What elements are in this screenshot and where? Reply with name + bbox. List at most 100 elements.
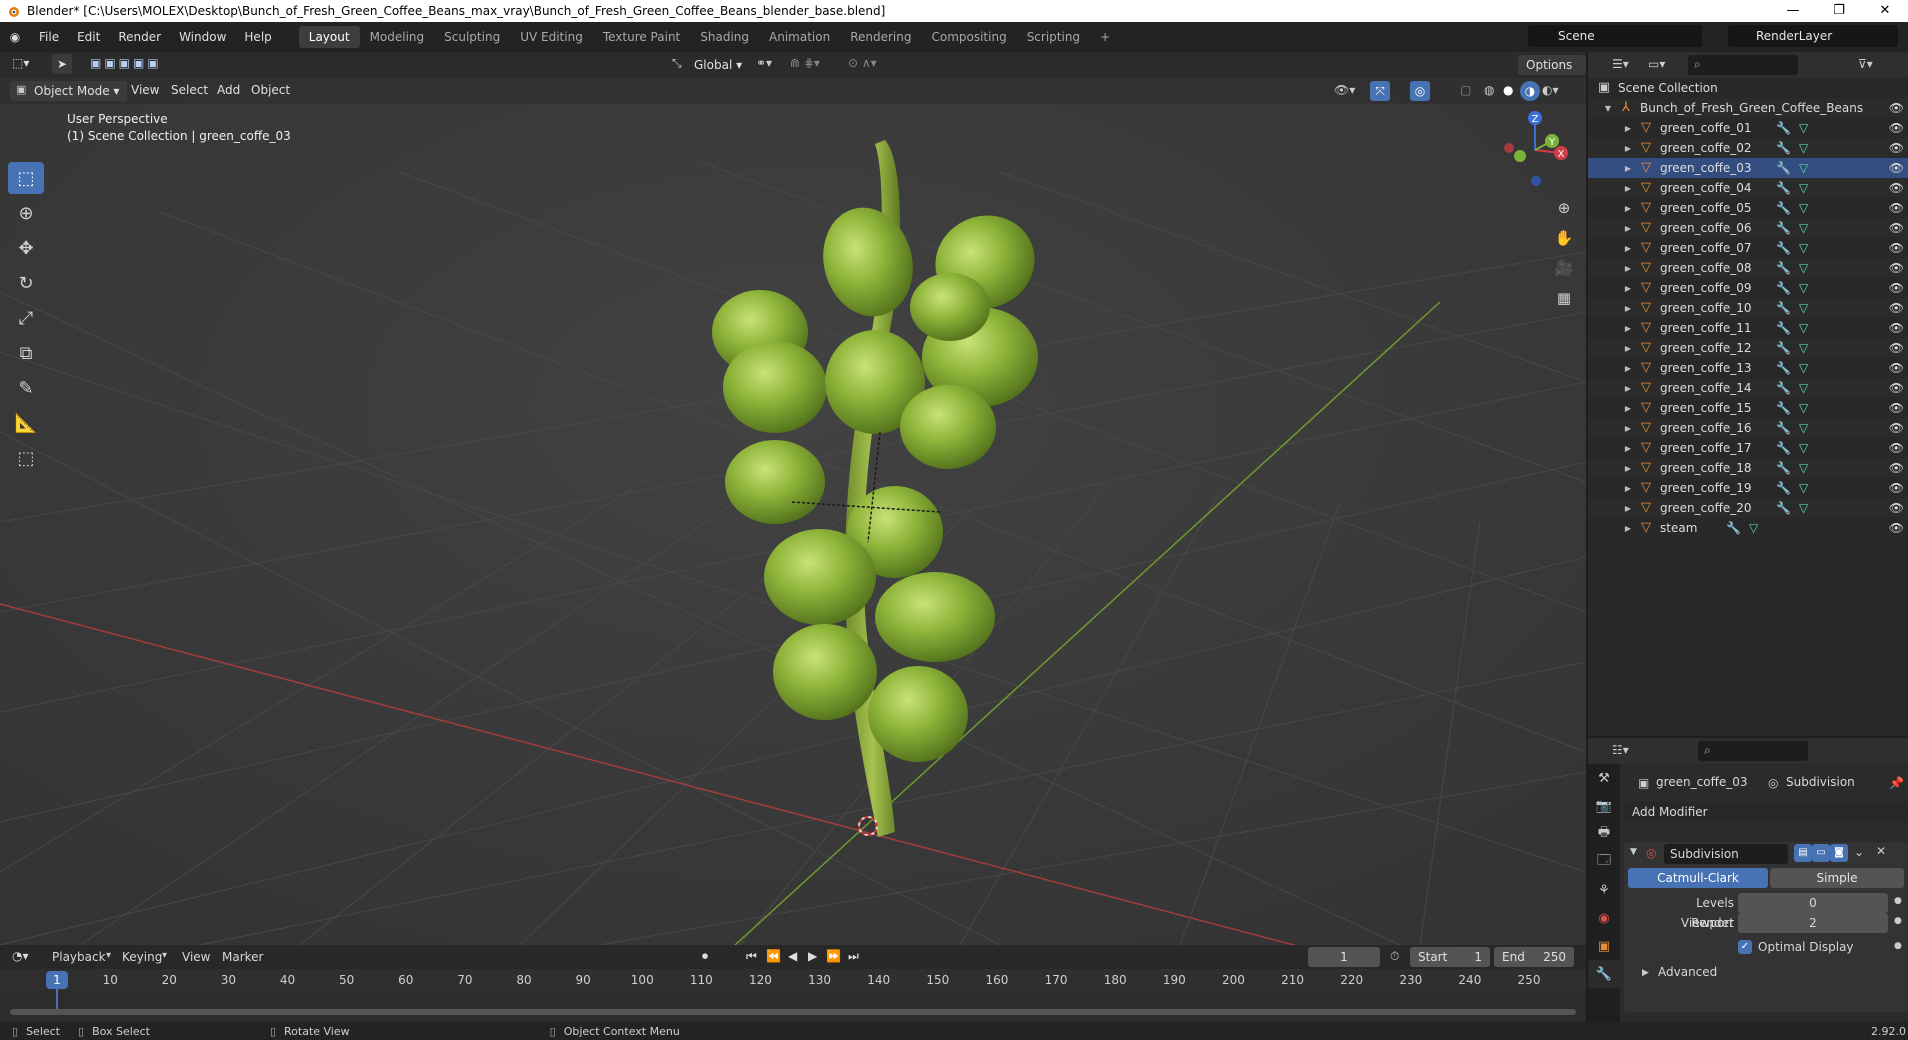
modifier-icon[interactable]: 🔧 [1776, 161, 1791, 175]
tab-texture-paint[interactable]: Texture Paint [593, 26, 690, 48]
modifier-icon[interactable]: 🔧 [1776, 461, 1791, 475]
select-box-tool-icon[interactable]: ⬚ [8, 162, 44, 194]
view-layer-tab-icon[interactable]: 🗔 [1588, 848, 1620, 876]
modifier-menu-icon[interactable]: ⌄ [1854, 845, 1864, 859]
menu-keying[interactable]: Keying [122, 950, 162, 964]
modifier-name-field[interactable]: Subdivision [1664, 844, 1788, 864]
eye-icon[interactable]: 👁 [1889, 281, 1904, 295]
pivot-icon[interactable]: ⚭▾ [756, 56, 772, 70]
options-dropdown[interactable]: Options ▾ [1518, 55, 1586, 92]
modifier-icon[interactable]: 🔧 [1776, 481, 1791, 495]
ortho-grid-icon[interactable]: ▦ [1550, 284, 1578, 312]
menu-help[interactable]: Help [235, 30, 280, 44]
eye-icon[interactable]: 👁 [1889, 361, 1904, 375]
mesh-data-icon[interactable]: ▽ [1799, 441, 1808, 455]
outliner-item[interactable]: ▶ ▽ green_coffe_18 🔧 ▽ 👁 [1588, 458, 1908, 478]
eye-icon[interactable]: 👁 [1889, 201, 1904, 215]
outliner-item[interactable]: ▶ ▽ green_coffe_02 🔧 ▽ 👁 [1588, 138, 1908, 158]
mesh-data-icon[interactable]: ▽ [1799, 361, 1808, 375]
scene-collection-row[interactable]: ▣ Scene Collection [1588, 78, 1908, 98]
eye-icon[interactable]: 👁 [1889, 301, 1904, 315]
properties-editor-icon[interactable]: ☷▾ [1612, 743, 1629, 757]
eye-icon[interactable]: 👁 [1889, 181, 1904, 195]
outliner-item[interactable]: ▶ ▽ green_coffe_04 🔧 ▽ 👁 [1588, 178, 1908, 198]
modifier-icon[interactable]: 🔧 [1776, 141, 1791, 155]
add-modifier-dropdown[interactable]: Add Modifier [1624, 802, 1908, 822]
panel-collapse-icon[interactable]: ▼ [1630, 847, 1637, 857]
blender-menu-icon[interactable]: ◉ [0, 30, 30, 44]
expand-arrow-icon[interactable]: ▶ [1622, 364, 1634, 373]
tab-compositing[interactable]: Compositing [921, 26, 1016, 48]
close-button[interactable]: ✕ [1862, 0, 1908, 22]
eye-icon[interactable]: 👁 [1889, 401, 1904, 415]
tab-shading[interactable]: Shading [690, 26, 759, 48]
mesh-data-icon[interactable]: ▽ [1799, 481, 1808, 495]
eye-icon[interactable]: 👁 [1889, 481, 1904, 495]
outliner-item[interactable]: ▶ ▽ green_coffe_08 🔧 ▽ 👁 [1588, 258, 1908, 278]
keyframe-dot-icon[interactable]: ● [1894, 896, 1902, 906]
jump-end-icon[interactable]: ⏭ [848, 949, 859, 964]
next-keyframe-icon[interactable]: ⏩ [826, 949, 841, 963]
outliner-item[interactable]: ▶ ▽ green_coffe_20 🔧 ▽ 👁 [1588, 498, 1908, 518]
play-reverse-icon[interactable]: ◀ [788, 949, 797, 963]
move-tool-icon[interactable]: ✥ [8, 232, 44, 264]
modifier-icon[interactable]: 🔧 [1776, 321, 1791, 335]
shading-solid-icon[interactable]: ● [1503, 83, 1513, 97]
simple-button[interactable]: Simple [1770, 868, 1904, 888]
modifier-icon[interactable]: 🔧 [1776, 441, 1791, 455]
modifier-icon[interactable]: 🔧 [1726, 521, 1741, 535]
outliner-item[interactable]: ▶ ▽ green_coffe_01 🔧 ▽ 👁 [1588, 118, 1908, 138]
viewport-toggle-icon[interactable]: ▭ [1812, 844, 1830, 862]
outliner-item[interactable]: ▶ ▽ green_coffe_10 🔧 ▽ 👁 [1588, 298, 1908, 318]
outliner-item[interactable]: ▶ ▽ green_coffe_06 🔧 ▽ 👁 [1588, 218, 1908, 238]
expand-arrow-icon[interactable]: ▶ [1622, 344, 1634, 353]
shading-wireframe-icon[interactable]: ◍ [1484, 83, 1494, 97]
play-icon[interactable]: ▶ [808, 949, 817, 963]
modifier-icon[interactable]: 🔧 [1776, 281, 1791, 295]
levels-viewport-field[interactable]: 0 [1738, 893, 1888, 913]
tab-uv-editing[interactable]: UV Editing [510, 26, 593, 48]
expand-arrow-icon[interactable]: ▶ [1622, 444, 1634, 453]
modifier-icon[interactable]: 🔧 [1776, 201, 1791, 215]
outliner-item[interactable]: ▶ ▽ green_coffe_03 🔧 ▽ 👁 [1588, 158, 1908, 178]
overlay-toggle-icon[interactable]: ◎ [1410, 81, 1430, 101]
outliner-item[interactable]: ▶ ▽ green_coffe_17 🔧 ▽ 👁 [1588, 438, 1908, 458]
tab-animation[interactable]: Animation [759, 26, 840, 48]
tab-modeling[interactable]: Modeling [360, 26, 435, 48]
mesh-data-icon[interactable]: ▽ [1799, 141, 1808, 155]
modifier-icon[interactable]: 🔧 [1776, 341, 1791, 355]
maximize-button[interactable]: ❐ [1816, 0, 1862, 22]
timeline-scrollbar[interactable] [10, 1009, 1576, 1015]
modifier-icon[interactable]: 🔧 [1776, 381, 1791, 395]
expand-arrow-icon[interactable]: ▶ [1622, 124, 1634, 133]
eye-icon[interactable]: 👁 [1889, 261, 1904, 275]
modifier-icon[interactable]: 🔧 [1776, 361, 1791, 375]
eye-icon[interactable]: 👁 [1889, 101, 1904, 115]
eye-icon[interactable]: 👁 [1889, 501, 1904, 515]
annotate-tool-icon[interactable]: ✎ [8, 372, 44, 404]
expand-arrow-icon[interactable]: ▶ [1622, 244, 1634, 253]
tab-scripting[interactable]: Scripting [1017, 26, 1090, 48]
eye-icon[interactable]: 👁 [1889, 241, 1904, 255]
render-toggle-icon[interactable]: ◙ [1830, 844, 1848, 862]
menu-object[interactable]: Object [251, 83, 290, 97]
eye-icon[interactable]: 👁 [1889, 221, 1904, 235]
transform-tool-icon[interactable]: ⧉ [8, 337, 44, 369]
modifier-icon[interactable]: 🔧 [1776, 181, 1791, 195]
outliner-item[interactable]: ▶ ▽ green_coffe_14 🔧 ▽ 👁 [1588, 378, 1908, 398]
expand-arrow-icon[interactable]: ▶ [1622, 524, 1634, 533]
properties-search-input[interactable]: ⌕ [1698, 741, 1808, 761]
outliner-item[interactable]: ▶ ▽ green_coffe_15 🔧 ▽ 👁 [1588, 398, 1908, 418]
end-frame-field[interactable]: End 250 [1494, 947, 1574, 967]
expand-arrow-icon[interactable]: ▶ [1622, 324, 1634, 333]
mesh-data-icon[interactable]: ▽ [1799, 161, 1808, 175]
mesh-data-icon[interactable]: ▽ [1799, 261, 1808, 275]
shading-material-icon[interactable]: ◑ [1520, 81, 1540, 101]
remove-modifier-icon[interactable]: ✕ [1876, 844, 1886, 858]
eye-icon[interactable]: 👁 [1889, 521, 1904, 535]
tool-tab-icon[interactable]: ⚒ [1588, 764, 1620, 792]
outliner-item[interactable]: ▶ ▽ green_coffe_13 🔧 ▽ 👁 [1588, 358, 1908, 378]
tab-layout[interactable]: Layout [298, 26, 360, 48]
outliner-item[interactable]: ▶ ▽ green_coffe_09 🔧 ▽ 👁 [1588, 278, 1908, 298]
mesh-data-icon[interactable]: ▽ [1799, 121, 1808, 135]
